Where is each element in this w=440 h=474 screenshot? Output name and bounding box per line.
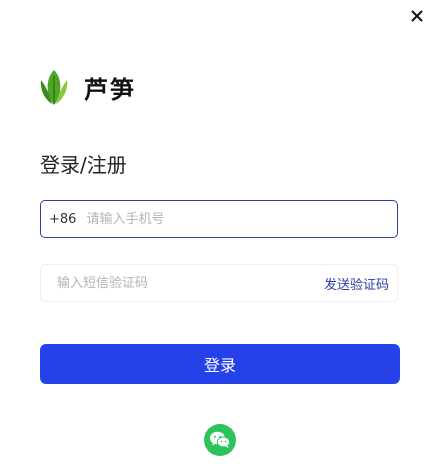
close-icon — [411, 10, 423, 22]
wechat-icon — [210, 431, 231, 448]
phone-field[interactable]: +86 — [40, 200, 398, 238]
login-window: 芦笋 登录/注册 +86 发送验证码 登录 — [0, 0, 440, 474]
close-button[interactable] — [407, 6, 427, 26]
phone-input[interactable] — [86, 211, 397, 227]
app-name: 芦笋 — [84, 75, 136, 104]
leaf-icon — [40, 70, 68, 105]
wechat-login-button[interactable] — [204, 424, 236, 456]
country-code[interactable]: +86 — [49, 212, 76, 227]
send-code-button[interactable]: 发送验证码 — [324, 274, 389, 293]
sms-code-input[interactable] — [57, 275, 324, 291]
page-title: 登录/注册 — [40, 153, 127, 177]
code-field[interactable]: 发送验证码 — [40, 264, 398, 302]
login-button[interactable]: 登录 — [40, 344, 400, 384]
app-logo: 芦笋 — [38, 68, 136, 106]
